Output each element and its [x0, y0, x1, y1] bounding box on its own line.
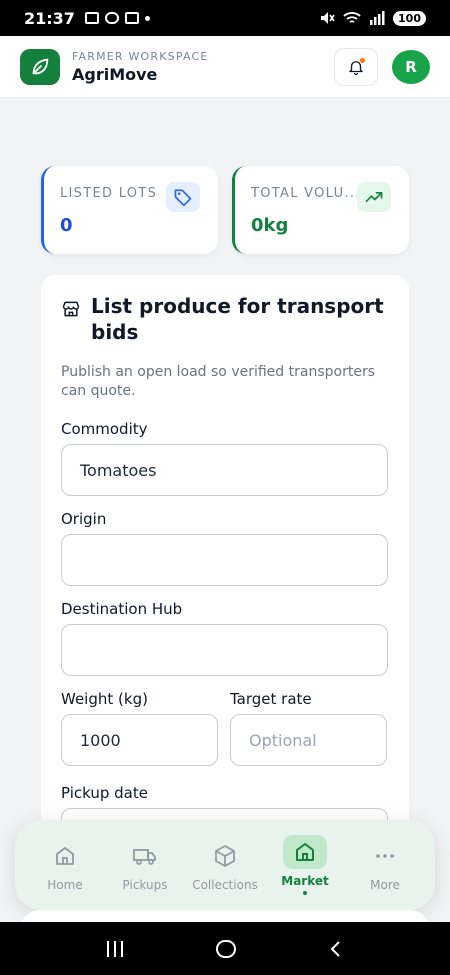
box-icon	[203, 839, 247, 873]
nav-pickups[interactable]: Pickups	[107, 839, 183, 892]
nav-label: Market	[281, 874, 329, 888]
system-nav-bar	[0, 922, 450, 975]
battery-indicator: 100	[393, 10, 426, 26]
home-icon	[43, 839, 87, 873]
listed-lots-card: LISTED LOTS 0	[41, 166, 218, 254]
brand: FARMER WORKSPACE AgriMove	[72, 50, 209, 84]
pickup-date-label: Pickup date	[61, 784, 148, 802]
wifi-icon	[343, 12, 361, 23]
workspace-subtitle: FARMER WORKSPACE	[72, 49, 209, 63]
target-rate-label: Target rate	[230, 690, 312, 708]
list-produce-form: List produce for transport bids Publish …	[41, 275, 409, 875]
nav-collections[interactable]: Collections	[187, 839, 263, 892]
nav-more[interactable]: More	[347, 839, 423, 892]
avatar[interactable]: R	[392, 49, 430, 84]
nav-label: More	[370, 877, 400, 892]
market-icon	[283, 835, 327, 869]
weight-label: Weight (kg)	[61, 690, 148, 708]
leaf-logo-icon	[20, 48, 60, 85]
stat-label: LISTED LOTS	[60, 186, 158, 201]
mute-icon	[321, 12, 335, 24]
trending-up-icon	[357, 182, 391, 212]
cloud-icon	[104, 12, 119, 24]
tag-icon	[166, 182, 200, 212]
status-time: 21:37	[24, 8, 75, 28]
destination-hub-label: Destination Hub	[61, 600, 183, 618]
notifications-button[interactable]	[334, 47, 378, 86]
check-box-icon	[124, 12, 139, 24]
nav-home[interactable]: Home	[27, 839, 103, 892]
dot-icon	[144, 15, 150, 21]
status-bar: 21:37 100	[0, 0, 450, 36]
app-title: AgriMove	[72, 64, 158, 84]
stat-value: 0kg	[251, 215, 289, 236]
more-icon	[363, 839, 407, 873]
active-indicator	[303, 891, 307, 895]
store-icon	[61, 299, 81, 323]
nav-label: Collections	[192, 877, 258, 892]
truck-icon	[123, 839, 167, 873]
status-notification-icons	[84, 12, 150, 24]
stat-value: 0	[60, 215, 73, 236]
commodity-label: Commodity	[61, 420, 148, 438]
origin-input[interactable]	[61, 534, 388, 586]
signal-icon	[370, 11, 385, 25]
back-icon[interactable]	[326, 939, 346, 959]
screenshot-icon	[84, 12, 99, 24]
form-description: Publish an open load so verified transpo…	[61, 364, 375, 399]
nav-label: Home	[47, 877, 83, 892]
nav-market[interactable]: Market	[267, 835, 343, 895]
app-header: FARMER WORKSPACE AgriMove R	[0, 36, 450, 98]
recent-apps-icon[interactable]	[104, 939, 126, 959]
target-rate-input[interactable]: Optional	[230, 714, 387, 766]
weight-input[interactable]: 1000	[61, 714, 218, 766]
bottom-nav: Home Pickups Collections Market More	[15, 820, 435, 910]
stat-label: TOTAL VOLU...	[251, 186, 361, 201]
nav-label: Pickups	[122, 877, 168, 892]
total-volume-card: TOTAL VOLU... 0kg	[232, 166, 409, 254]
destination-hub-input[interactable]	[61, 624, 388, 676]
form-title: List produce for transport bids	[91, 294, 384, 344]
commodity-input[interactable]: Tomatoes	[61, 444, 388, 496]
origin-label: Origin	[61, 510, 107, 528]
notification-dot	[360, 57, 365, 63]
home-circle-icon[interactable]	[214, 937, 238, 961]
